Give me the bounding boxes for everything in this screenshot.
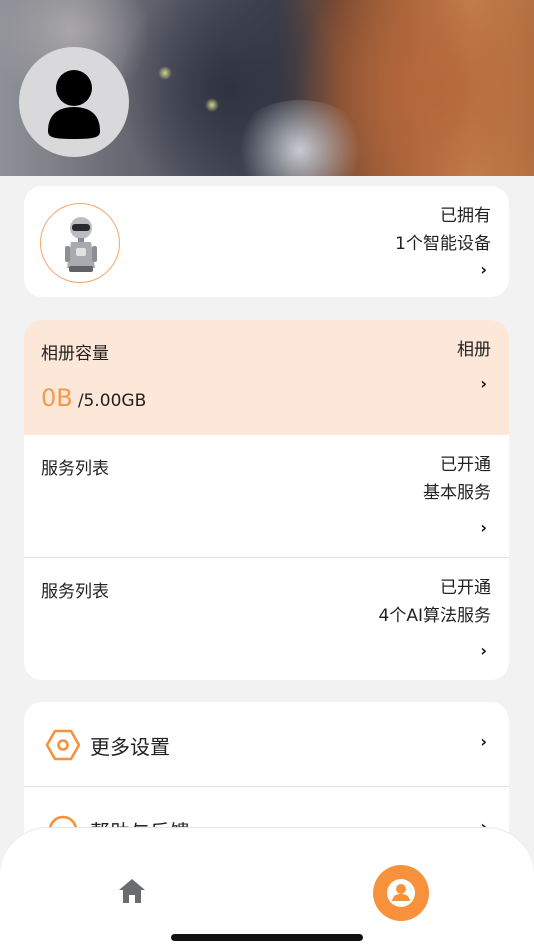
more-settings-label: 更多设置 [90,735,170,759]
robot-device-image [40,203,120,283]
service-list-label: 服务列表 [41,582,109,602]
chevron-right-icon: › [480,260,487,279]
chevron-right-icon: › [480,518,487,537]
home-indicator [171,934,363,941]
device-status: 已拥有 [440,206,491,226]
service-detail: 4个AI算法服务 [378,606,491,626]
storage-total: /5.00GB [77,391,147,411]
default-user-icon [48,70,100,139]
profile-icon [387,879,415,907]
chevron-right-icon: › [480,641,487,660]
home-icon[interactable] [117,877,147,905]
device-card[interactable]: 已拥有 1个智能设备 › [24,186,509,297]
user-avatar[interactable] [19,47,129,157]
album-capacity-label: 相册容量 [41,344,109,364]
robot-icon [65,217,97,272]
service-detail: 基本服务 [423,483,491,503]
service-status: 已开通 [440,578,491,598]
hexagon-settings-icon [46,729,80,761]
device-count: 1个智能设备 [395,234,491,254]
storage-usage: 0B /5.00GB [41,384,146,412]
album-link-label: 相册 [457,340,491,360]
divider [24,557,509,558]
storage-used: 0B [41,384,73,412]
service-card: 相册容量 相册 › 0B /5.00GB 服务列表 已开通 基本服务 › 服务列… [24,320,509,680]
service-status: 已开通 [440,455,491,475]
chevron-right-icon: › [480,374,487,393]
profile-tab-button[interactable] [373,865,429,921]
more-settings-row[interactable]: 更多设置 › [24,702,509,786]
chevron-right-icon: › [480,732,487,751]
bottom-tab-bar [0,827,534,950]
album-capacity-row[interactable]: 相册容量 相册 › 0B /5.00GB [24,320,509,435]
service-list-label: 服务列表 [41,459,109,479]
